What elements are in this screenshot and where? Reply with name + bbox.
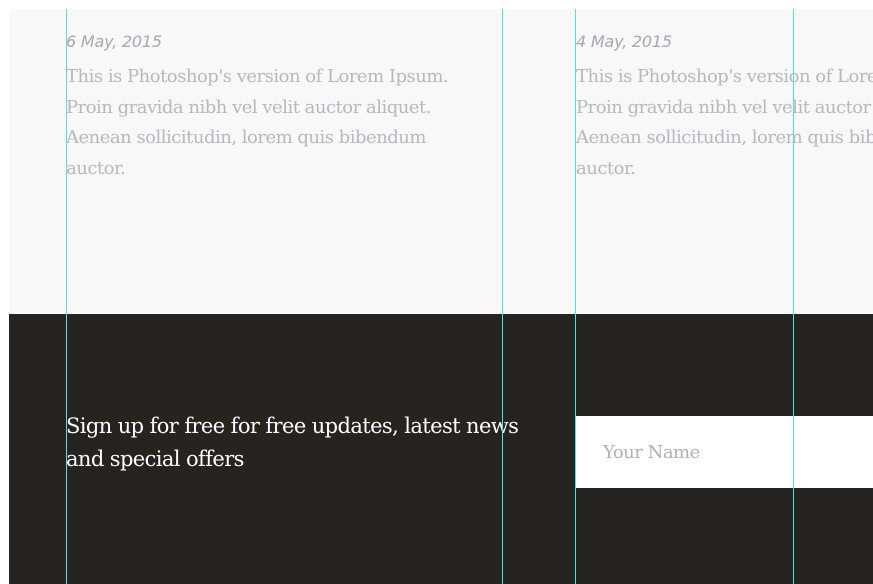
name-input[interactable]: [576, 416, 873, 488]
post-date: 6 May, 2015: [66, 32, 162, 51]
post-excerpt: This is Photoshop's version of Lorem Ips…: [576, 66, 873, 179]
post-date: 4 May, 2015: [576, 32, 672, 51]
post-excerpt: This is Photoshop's version of Lorem Ips…: [66, 66, 449, 179]
blog-post: 4 May, 2015 This is Photoshop's version …: [576, 31, 873, 184]
newsletter-heading: Sign up for free for free updates, lates…: [66, 414, 519, 471]
blog-post: 6 May, 2015 This is Photoshop's version …: [66, 31, 486, 184]
page: 6 May, 2015 This is Photoshop's version …: [0, 0, 873, 584]
